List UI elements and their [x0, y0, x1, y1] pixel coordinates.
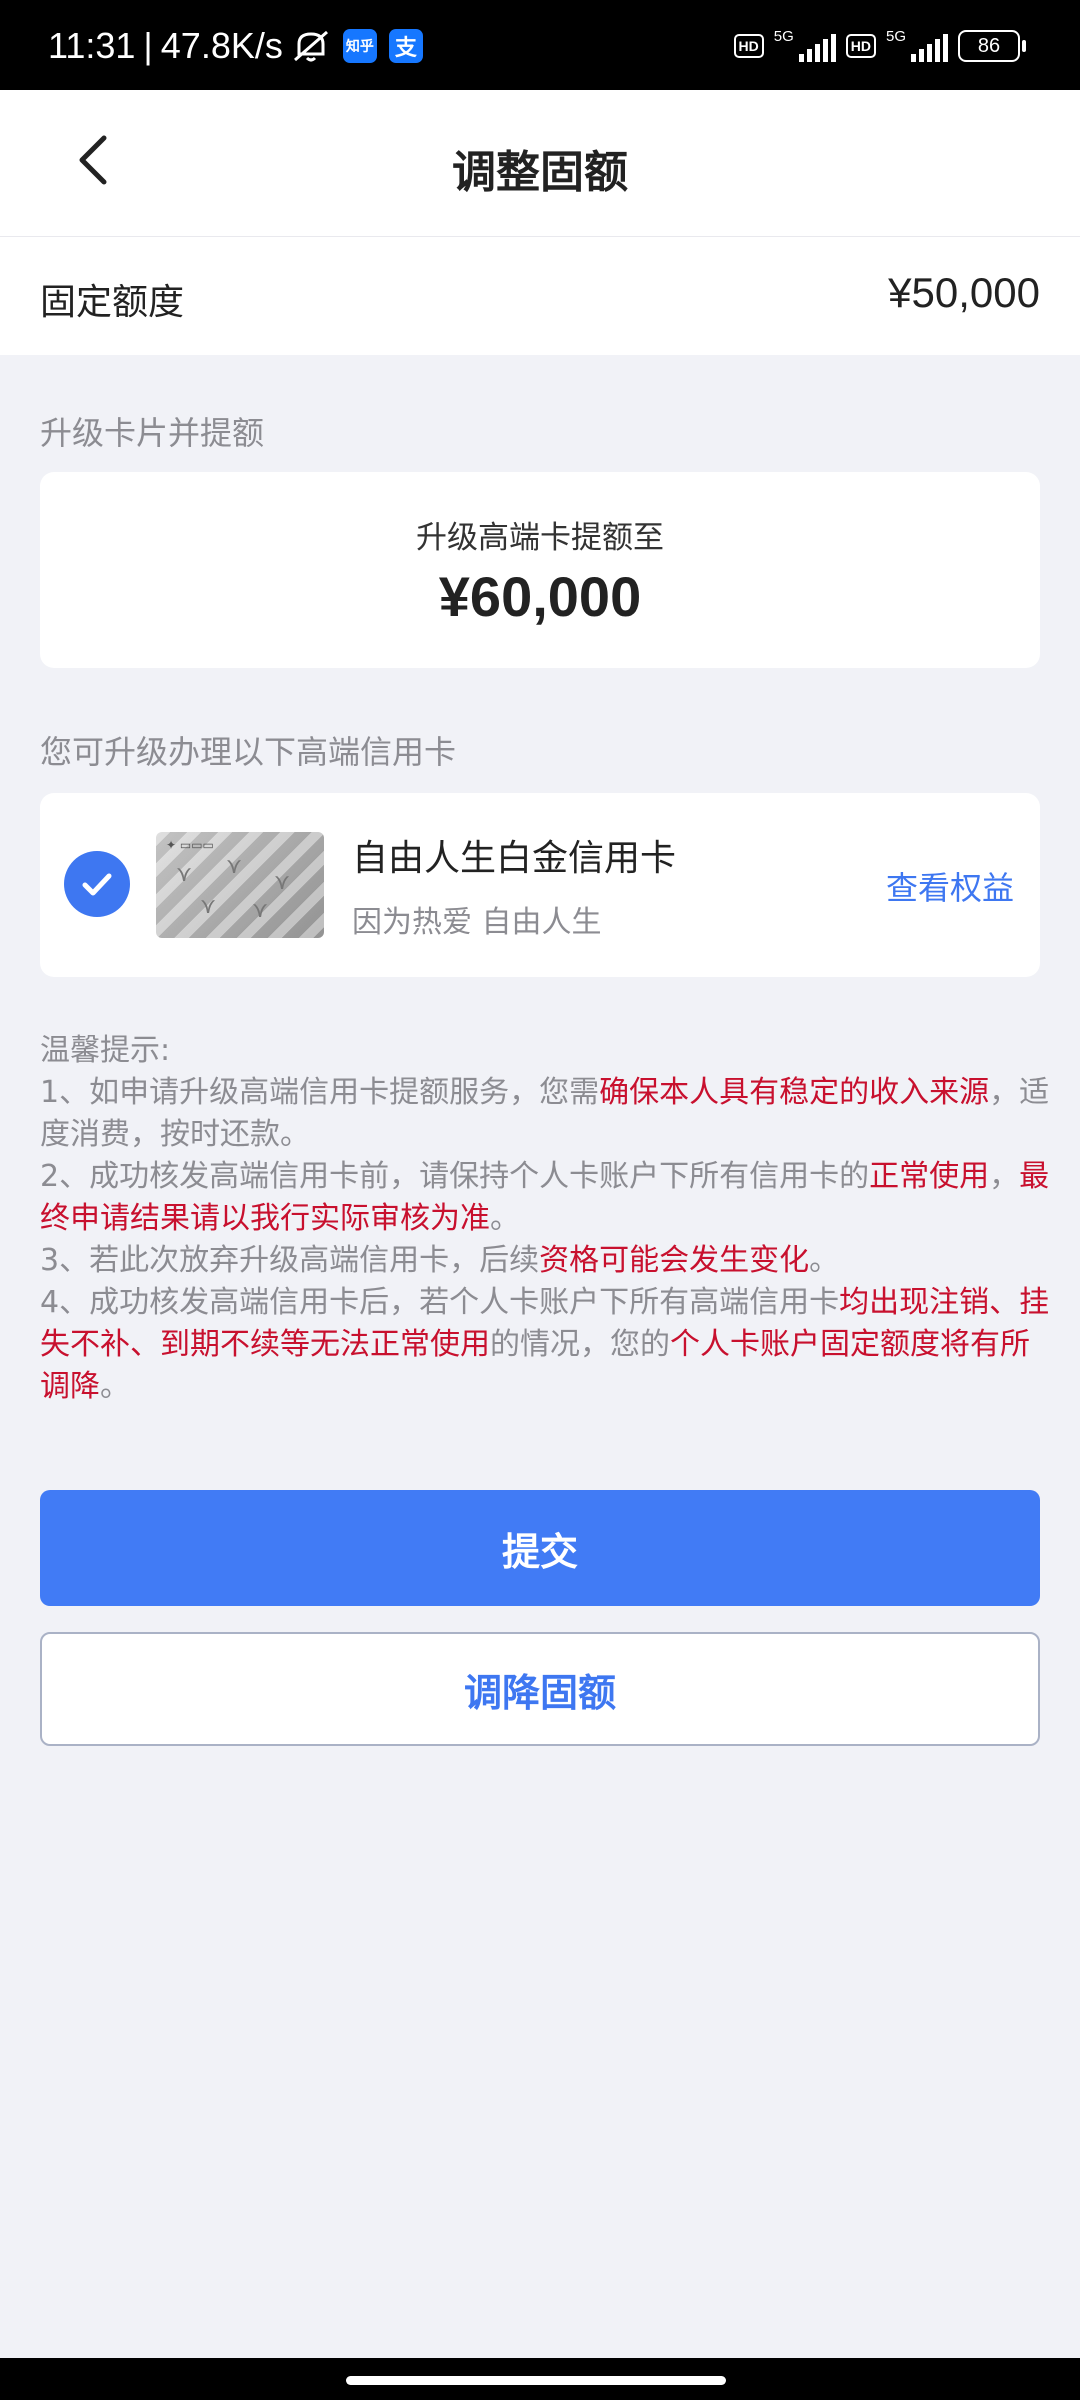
bird-pattern-icon: ⋎	[200, 894, 217, 919]
view-benefits-link[interactable]: 查看权益	[886, 863, 1014, 909]
fixed-amount-label: 固定额度	[40, 282, 185, 323]
tips-block: 温馨提示: 1、如申请升级高端信用卡提额服务，您需确保本人具有稳定的收入来源，适…	[40, 1030, 1050, 1408]
zhihu-app-label: 知乎	[345, 39, 374, 55]
card-name: 自由人生白金信用卡	[352, 838, 677, 879]
battery-icon: 86	[958, 30, 1026, 62]
upgrade-section-label: 升级卡片并提额	[40, 414, 265, 452]
fixed-amount-value: ¥50,000	[888, 269, 1040, 316]
tip-text: 4、成功核发高端信用卡后，若个人卡账户下所有高端信用卡	[40, 1285, 840, 1320]
alipay-app-icon: 支	[388, 29, 423, 63]
status-right: HD 5G HD 5G 86	[733, 22, 1026, 70]
app-header: 调整固额	[0, 90, 1080, 237]
status-bar: 11:31 | 47.8K/s 知乎 支 HD 5G HD 5G 86	[0, 0, 1080, 90]
lower-limit-button[interactable]: 调降固额	[40, 1632, 1040, 1746]
signal-icon: 5G	[886, 28, 948, 64]
tip-highlight: 确保本人具有稳定的收入来源	[599, 1075, 990, 1110]
upgrade-subtitle: 升级高端卡提额至	[416, 520, 664, 556]
status-separator: |	[143, 25, 153, 66]
bird-pattern-icon: ⋎	[252, 898, 269, 923]
battery-level: 86	[977, 34, 1001, 57]
card-slogan: 因为热爱 自由人生	[352, 905, 602, 940]
options-section-label: 您可升级办理以下高端信用卡	[40, 733, 457, 771]
zhihu-app-icon: 知乎	[342, 29, 377, 63]
hd-icon: HD	[845, 34, 876, 58]
tips-title: 温馨提示:	[40, 1033, 171, 1068]
signal-icon: 5G	[774, 28, 836, 64]
tip-text: 的情况，您的	[490, 1327, 670, 1362]
home-indicator[interactable]	[346, 2376, 726, 2385]
bird-pattern-icon: ⋎	[274, 870, 291, 895]
status-time: 11:31	[48, 25, 136, 66]
tip-text: 。	[809, 1243, 840, 1278]
tip-text: 2、成功核发高端信用卡前，请保持个人卡账户下所有信用卡的	[40, 1159, 870, 1194]
tip-3: 3、若此次放弃升级高端信用卡，后续资格可能会发生变化。	[40, 1240, 1050, 1282]
tip-4: 4、成功核发高端信用卡后，若个人卡账户下所有高端信用卡均出现注销、挂失不补、到期…	[40, 1282, 1050, 1408]
mute-icon	[291, 28, 331, 64]
tip-highlight: 资格可能会发生变化	[539, 1243, 810, 1278]
credit-card-option[interactable]: ✦ ▭▭▭ ⋎ ⋎ ⋎ ⋎ ⋎ 自由人生白金信用卡 因为热爱 自由人生 查看权益	[40, 793, 1040, 977]
tip-text: 1、如申请升级高端信用卡提额服务，您需	[40, 1075, 600, 1110]
tip-text: 。	[100, 1369, 130, 1404]
network-speed: 47.8K/s	[160, 25, 283, 66]
bird-pattern-icon: ⋎	[176, 862, 193, 887]
fixed-amount-row: 固定额度 ¥50,000	[0, 237, 1080, 355]
hd-icon: HD	[733, 34, 764, 58]
tip-text: ，	[989, 1159, 1020, 1194]
bird-pattern-icon: ⋎	[226, 854, 243, 879]
page-title: 调整固额	[452, 147, 628, 198]
network-type: 5G	[773, 28, 794, 45]
tip-text: 。	[490, 1201, 520, 1236]
tip-highlight: 正常使用	[869, 1159, 990, 1194]
tip-1: 1、如申请升级高端信用卡提额服务，您需确保本人具有稳定的收入来源，适度消费，按时…	[40, 1072, 1050, 1156]
status-left: 11:31 | 47.8K/s 知乎 支	[48, 22, 423, 70]
network-type: 5G	[886, 28, 907, 45]
alipay-app-label: 支	[394, 36, 417, 61]
checkbox-checked-icon[interactable]	[64, 851, 130, 917]
tip-text: 3、若此次放弃升级高端信用卡，后续	[40, 1243, 540, 1278]
upgrade-amount: ¥60,000	[438, 565, 642, 628]
bank-logo-icon: ✦ ▭▭▭	[166, 838, 214, 852]
tip-2: 2、成功核发高端信用卡前，请保持个人卡账户下所有信用卡的正常使用，最终申请结果请…	[40, 1156, 1050, 1240]
upgrade-amount-card: 升级高端卡提额至 ¥60,000	[40, 472, 1040, 668]
credit-card-image: ✦ ▭▭▭ ⋎ ⋎ ⋎ ⋎ ⋎	[156, 832, 324, 938]
submit-button[interactable]: 提交	[40, 1490, 1040, 1606]
